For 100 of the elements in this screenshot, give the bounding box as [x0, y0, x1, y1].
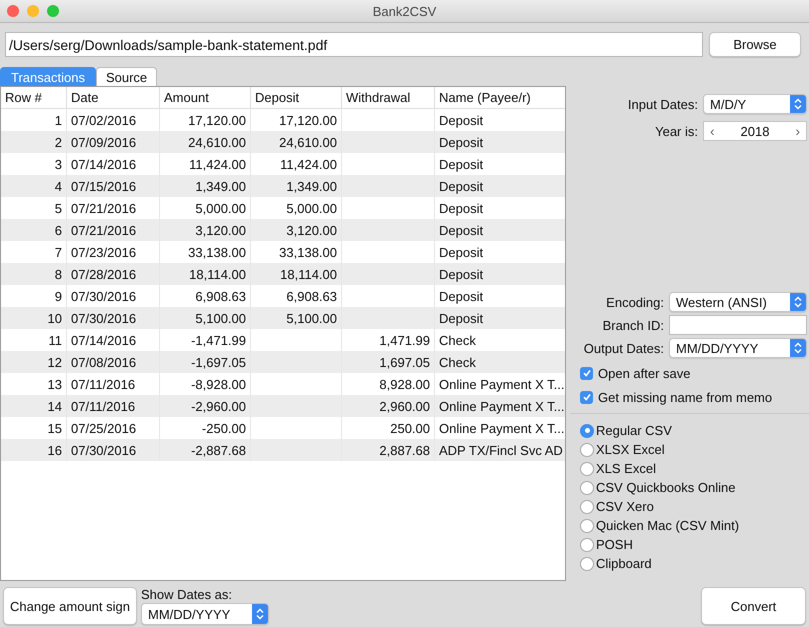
year-stepper[interactable]: ‹ 2018 ›: [703, 121, 807, 141]
browse-button[interactable]: Browse: [709, 32, 801, 57]
table-cell: 2,887.68: [379, 442, 430, 458]
radio-button[interactable]: [580, 518, 594, 532]
table-cell: 16: [48, 442, 62, 458]
field-label: Output Dates:: [584, 340, 664, 356]
table-cell: Deposit: [439, 244, 484, 260]
table-cell: Deposit: [439, 156, 484, 172]
table-cell: 2,960.00: [379, 398, 430, 414]
table-cell: 07/08/2016: [71, 354, 136, 370]
next-button[interactable]: ›: [795, 123, 800, 139]
dropdown-arrows-icon: [252, 604, 268, 624]
table-cell: 17,120.00: [188, 112, 246, 128]
radio-label: XLS Excel: [596, 461, 656, 476]
table-cell: Deposit: [439, 134, 484, 150]
table-cell: 24,610.00: [279, 134, 337, 150]
show-dates-dropdown[interactable]: MM/DD/YYYY: [140, 603, 269, 625]
radio-label: XLSX Excel: [596, 442, 665, 457]
zoom-icon[interactable]: [47, 5, 59, 17]
table-cell: 250.00: [390, 420, 430, 436]
table-cell: 6: [54, 222, 62, 238]
table-cell: 8,928.00: [379, 376, 430, 392]
table-cell: 33,138.00: [279, 244, 337, 260]
table-cell: 1: [54, 112, 62, 128]
previous-button[interactable]: ‹: [710, 123, 715, 139]
field-label: Year is:: [655, 124, 698, 138]
table-cell: 11,424.00: [189, 156, 246, 172]
table-cell: Deposit: [439, 178, 484, 194]
table-cell: 5: [54, 200, 62, 216]
column-header[interactable]: Name (Payee/r): [434, 87, 565, 108]
tab[interactable]: Source: [96, 67, 158, 87]
table-cell: 18,114.00: [280, 266, 337, 282]
table-cell: Deposit: [439, 266, 484, 282]
radio-label: POSH: [596, 537, 633, 552]
table-cell: 15: [48, 420, 62, 436]
table-cell: 07/11/2016: [71, 398, 136, 414]
column-header[interactable]: Withdrawal: [342, 87, 434, 108]
table-cell: 1,697.05: [379, 354, 430, 370]
table-cell: -2,887.68: [191, 442, 246, 458]
table-cell: 07/21/2016: [71, 222, 136, 238]
table-cell: 07/23/2016: [71, 244, 136, 260]
table-cell: 4: [54, 178, 62, 194]
radio-button[interactable]: [580, 442, 594, 456]
column-header[interactable]: Date: [66, 87, 160, 108]
year-value: 2018: [740, 124, 770, 138]
table-cell: -1,697.05: [191, 354, 246, 370]
table-cell: 5,000.00: [195, 200, 246, 216]
encoding-dropdown[interactable]: Western (ANSI): [669, 292, 807, 312]
table-cell: 07/09/2016: [71, 134, 136, 150]
table-cell: 33,138.00: [188, 244, 246, 260]
table-cell: 6,908.63: [195, 288, 246, 304]
radio-button[interactable]: [580, 500, 594, 514]
table-cell: 5,100.00: [195, 310, 246, 326]
radio-button[interactable]: [580, 556, 594, 570]
table-cell: 07/28/2016: [71, 266, 136, 282]
table-cell: 12: [48, 354, 62, 370]
table-cell: -2,960.00: [191, 398, 246, 414]
table-cell: 3: [54, 156, 62, 172]
table-cell: 3,120.00: [286, 222, 337, 238]
table-cell: 07/02/2016: [71, 112, 136, 128]
change-amount-sign-button[interactable]: Change amount sign: [3, 587, 137, 625]
table-cell: 07/30/2016: [71, 288, 136, 304]
table-cell: Deposit: [439, 288, 484, 304]
close-icon[interactable]: [7, 5, 19, 17]
column-header[interactable]: Deposit: [250, 87, 342, 108]
radio-label: Regular CSV: [596, 423, 672, 438]
radio-label: Clipboard: [596, 556, 652, 571]
table-cell: 1,349.00: [195, 178, 246, 194]
table-cell: 07/14/2016: [71, 156, 136, 172]
table-cell: 07/15/2016: [71, 178, 136, 194]
field-label: Encoding:: [606, 294, 664, 310]
field-label: Branch ID:: [602, 318, 664, 332]
radio-label: CSV Xero: [596, 499, 654, 514]
table-cell: Deposit: [439, 310, 484, 326]
radio-button[interactable]: [580, 538, 594, 552]
column-header[interactable]: Row #: [1, 87, 66, 108]
table-cell: 10: [48, 310, 62, 326]
table-cell: 3,120.00: [195, 222, 246, 238]
input-dates-dropdown[interactable]: M/D/Y: [703, 94, 807, 114]
field-label: Input Dates:: [628, 96, 698, 112]
table-cell: 17,120.00: [279, 112, 337, 128]
window-title: Bank2CSV: [372, 4, 438, 18]
table-cell: 1,471.99: [379, 332, 430, 348]
table-cell: Deposit: [439, 222, 484, 238]
checkbox[interactable]: [580, 366, 593, 380]
branch-id-field[interactable]: [669, 315, 807, 335]
minimize-icon[interactable]: [27, 5, 39, 17]
convert-button[interactable]: Convert: [701, 587, 806, 625]
radio-button[interactable]: [580, 424, 594, 438]
file-path-field[interactable]: /Users/serg/Downloads/sample-bank-statement.pdf: [5, 32, 703, 57]
table-cell: Deposit: [439, 200, 484, 216]
checkbox[interactable]: [580, 390, 593, 404]
radio-button[interactable]: [580, 480, 594, 494]
table-cell: 07/14/2016: [71, 332, 136, 348]
column-header[interactable]: Amount: [160, 87, 250, 108]
table-cell: 5,100.00: [286, 310, 337, 326]
output-dates-dropdown[interactable]: MM/DD/YYYY: [669, 338, 807, 358]
checkbox-label: Get missing name from memo: [598, 390, 772, 404]
radio-button[interactable]: [580, 462, 594, 476]
table-cell: 07/21/2016: [71, 200, 136, 216]
